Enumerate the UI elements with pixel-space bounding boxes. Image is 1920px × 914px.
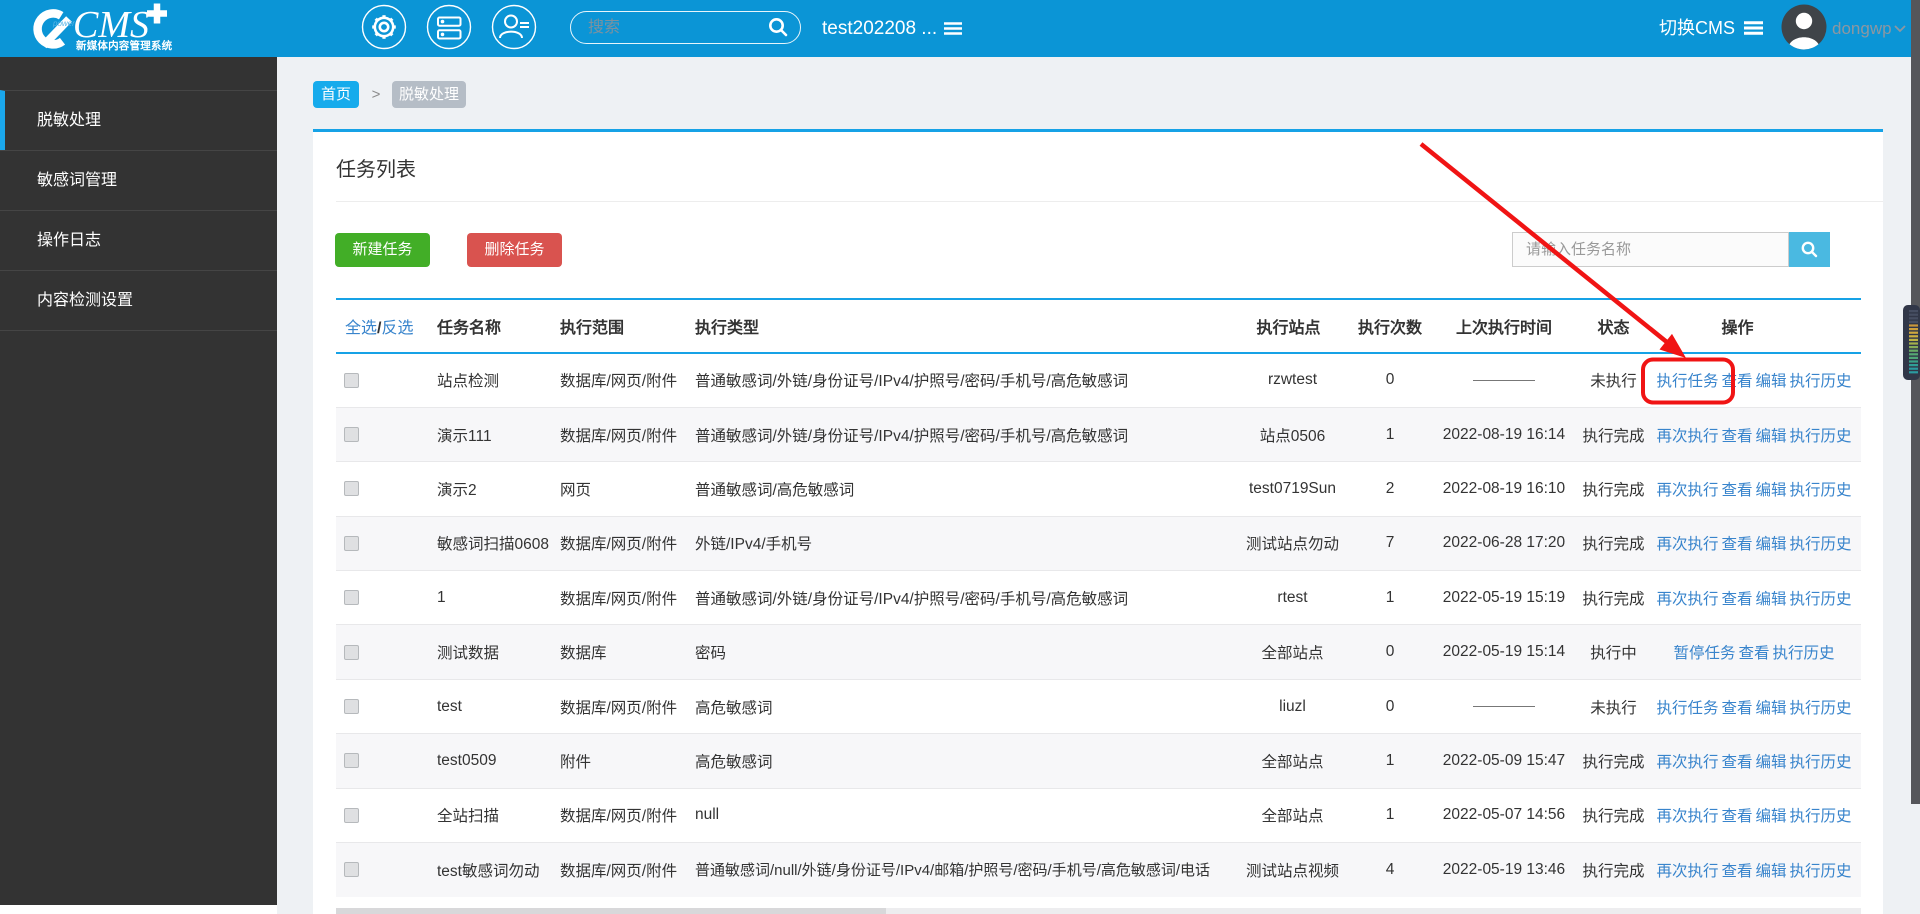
svg-text:新媒体内容管理系统: 新媒体内容管理系统	[76, 39, 173, 52]
svg-text:power: power	[52, 19, 75, 28]
